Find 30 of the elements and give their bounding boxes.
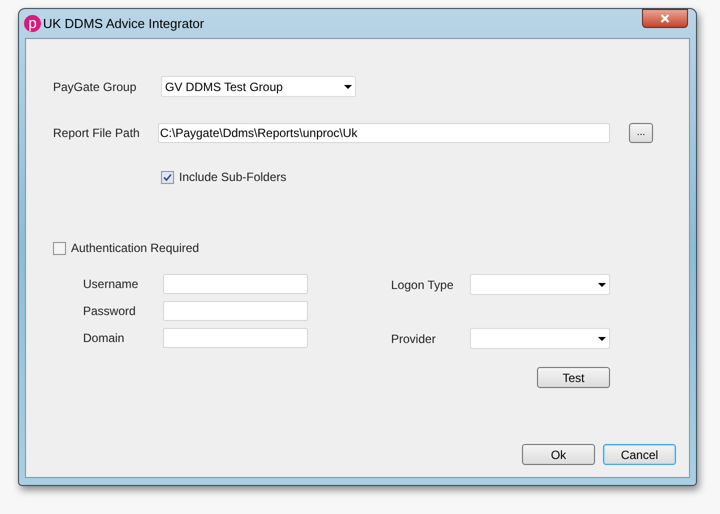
path-field[interactable]: C:\Paygate\Ddms\Reports\unproc\Uk <box>158 123 610 143</box>
field-label: PayGate Group <box>53 78 138 96</box>
dialog-button[interactable]: Test <box>537 367 610 388</box>
dropdown-arrow-icon <box>598 282 606 286</box>
window-title: UK DDMS Advice Integrator <box>43 14 204 33</box>
app-logo: p <box>24 15 41 32</box>
provider-select[interactable] <box>470 328 610 349</box>
checkbox[interactable] <box>161 170 174 184</box>
logon-type-select[interactable] <box>470 274 610 295</box>
field-label: Password <box>83 303 137 320</box>
checkbox-label: Include Sub-Folders <box>179 169 286 186</box>
close-icon <box>660 14 670 23</box>
password-field[interactable] <box>163 301 308 321</box>
checkmark-icon <box>163 172 172 182</box>
field-label: Report File Path <box>53 125 141 142</box>
field-label: Domain <box>83 330 126 347</box>
paygate-group-select[interactable]: GV DDMS Test Group <box>161 76 356 97</box>
username-field[interactable] <box>163 274 308 294</box>
dialog-button[interactable]: Ok <box>522 444 595 465</box>
dropdown-arrow-icon <box>344 84 352 88</box>
domain-field[interactable] <box>163 328 308 348</box>
field-label: Logon Type <box>391 276 455 294</box>
field-label: Provider <box>391 330 437 348</box>
field-label: Username <box>83 276 140 293</box>
close-button[interactable] <box>642 9 688 28</box>
checkbox-label: Authentication Required <box>71 240 200 257</box>
browse-button[interactable]: ... <box>629 123 653 143</box>
checkbox[interactable] <box>53 242 66 254</box>
dropdown-arrow-icon <box>598 336 606 340</box>
dialog-button[interactable]: Cancel <box>603 444 676 465</box>
